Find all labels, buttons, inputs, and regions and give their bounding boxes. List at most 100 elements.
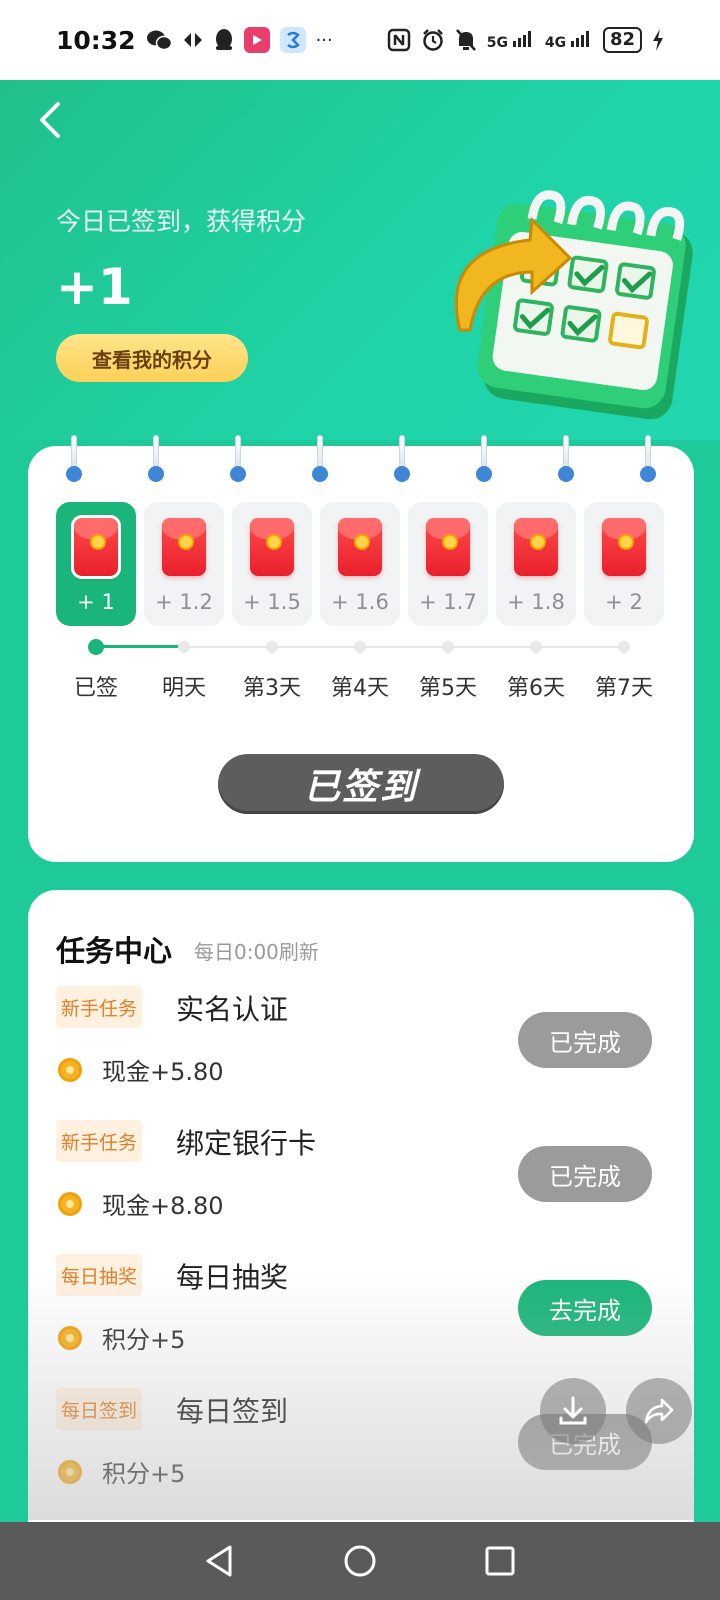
share-icon xyxy=(644,1398,674,1424)
red-envelope-icon xyxy=(514,518,558,576)
day-label: 第5天 xyxy=(419,676,477,701)
day-label: 第3天 xyxy=(243,676,301,701)
nav-home-button[interactable] xyxy=(330,1531,390,1591)
task-reward: 积分+5 xyxy=(102,1326,186,1354)
task-completed-button[interactable]: 已完成 xyxy=(518,1146,652,1202)
task-name: 每日签到 xyxy=(176,1395,289,1428)
day-bonus: + 1.8 xyxy=(507,590,565,614)
back-chevron-icon xyxy=(40,102,60,138)
battery-indicator: 82 xyxy=(602,27,642,53)
task-row: 每日抽奖 每日抽奖积分+5 去完成 xyxy=(56,1254,666,1364)
progress-dot xyxy=(88,639,104,655)
progress-dot xyxy=(354,641,366,653)
day-label: 已签 xyxy=(73,676,118,701)
signed-in-button[interactable]: 已签到 xyxy=(218,754,504,814)
task-tag: 每日抽奖 xyxy=(56,1254,143,1296)
red-envelope-icon xyxy=(71,515,121,579)
calendar-illustration xyxy=(454,190,693,420)
red-envelope-icon xyxy=(338,518,382,576)
coin-icon xyxy=(58,1326,82,1350)
download-button[interactable] xyxy=(540,1378,606,1444)
task-name: 实名认证 xyxy=(176,993,289,1026)
signin-progress xyxy=(88,639,630,655)
task-tag: 新手任务 xyxy=(56,1120,143,1162)
day-bonus: + 1.5 xyxy=(243,590,301,614)
points-gain: +1 xyxy=(56,258,133,316)
signal-5g: 5G xyxy=(487,29,535,51)
binder-ring xyxy=(476,436,492,482)
day-label: 第7天 xyxy=(595,676,653,701)
day-label: 明天 xyxy=(161,676,206,701)
binder-ring xyxy=(558,436,574,482)
signal-bars-icon xyxy=(570,31,589,47)
alarm-icon xyxy=(421,28,445,52)
binder-ring xyxy=(230,436,246,482)
binder-ring xyxy=(66,436,82,482)
status-left: 10:32 ··· xyxy=(56,26,333,55)
progress-dot xyxy=(442,641,454,653)
day-bonus: + 1.6 xyxy=(331,590,389,614)
system-nav-bar xyxy=(0,1522,720,1600)
nfc-icon xyxy=(387,28,411,52)
signed-today-text: 今日已签到，获得积分 xyxy=(56,207,307,236)
task-name: 绑定银行卡 xyxy=(176,1127,317,1160)
task-name: 每日抽奖 xyxy=(176,1261,289,1294)
day-label: 第4天 xyxy=(331,676,389,701)
progress-dot xyxy=(266,641,278,653)
binder-ring xyxy=(312,436,328,482)
card-binder-rings xyxy=(28,436,694,484)
signin-day-card: + 2 xyxy=(584,502,664,626)
binder-ring xyxy=(640,436,656,482)
signin-day-card-current: + 1 xyxy=(56,502,136,626)
back-button[interactable] xyxy=(30,96,70,144)
coin-icon xyxy=(58,1460,82,1484)
signin-day-card: + 1.6 xyxy=(320,502,400,626)
link-app-icon xyxy=(182,30,204,50)
task-go-complete-button[interactable]: 去完成 xyxy=(518,1280,652,1336)
task-completed-button[interactable]: 已完成 xyxy=(518,1012,652,1068)
task-row: 新手任务 实名认证现金+5.80 已完成 xyxy=(56,986,666,1096)
nav-back-button[interactable] xyxy=(190,1531,250,1591)
task-tag: 每日签到 xyxy=(56,1388,143,1430)
view-my-points-button[interactable]: 查看我的积分 xyxy=(56,334,248,382)
task-tag: 新手任务 xyxy=(56,986,143,1028)
signal-bars-icon xyxy=(512,31,531,47)
signin-day-card: + 1.7 xyxy=(408,502,488,626)
red-envelope-icon xyxy=(602,518,646,576)
signin-days: + 1 + 1.2 + 1.5 + 1.6 + 1.7 + 1.8 + 2 xyxy=(56,502,666,626)
red-envelope-icon xyxy=(426,518,470,576)
share-button[interactable] xyxy=(626,1378,692,1444)
red-envelope-icon xyxy=(250,518,294,576)
day-bonus: + 1.7 xyxy=(419,590,477,614)
mute-bell-icon xyxy=(455,28,477,52)
browser-app-icon xyxy=(279,27,306,53)
day-bonus: + 1.2 xyxy=(155,590,213,614)
progress-dot xyxy=(618,641,630,653)
coin-icon xyxy=(58,1058,82,1082)
day-labels: 已签 明天 第3天 第4天 第5天 第6天 第7天 xyxy=(56,670,666,701)
red-envelope-icon xyxy=(162,518,206,576)
task-row: 新手任务 绑定银行卡 现金+8.80 已完成 xyxy=(56,1120,666,1230)
coin-icon xyxy=(58,1192,82,1216)
wechat-icon xyxy=(146,29,172,51)
triangle-back-icon xyxy=(206,1545,232,1577)
status-right: 5G 4G 82 xyxy=(387,27,664,53)
video-app-icon xyxy=(243,27,270,53)
progress-dot xyxy=(178,641,190,653)
circle-home-icon xyxy=(344,1545,376,1577)
status-time: 10:32 xyxy=(56,25,136,55)
qq-icon xyxy=(214,28,234,52)
square-recents-icon xyxy=(485,1546,515,1576)
download-icon xyxy=(559,1396,587,1425)
progress-fill xyxy=(96,645,180,648)
signal-4g: 4G xyxy=(545,29,593,51)
task-center-title: 任务中心 xyxy=(56,934,173,968)
more-icon: ··· xyxy=(315,29,333,51)
day-label: 第6天 xyxy=(507,676,565,701)
task-reward: 现金+5.80 xyxy=(102,1058,224,1086)
signin-day-card: + 1.2 xyxy=(144,502,224,626)
binder-ring xyxy=(148,436,164,482)
task-center-refresh-note: 每日0:00刷新 xyxy=(194,940,319,964)
signin-day-card: + 1.5 xyxy=(232,502,312,626)
nav-recents-button[interactable] xyxy=(470,1531,530,1591)
